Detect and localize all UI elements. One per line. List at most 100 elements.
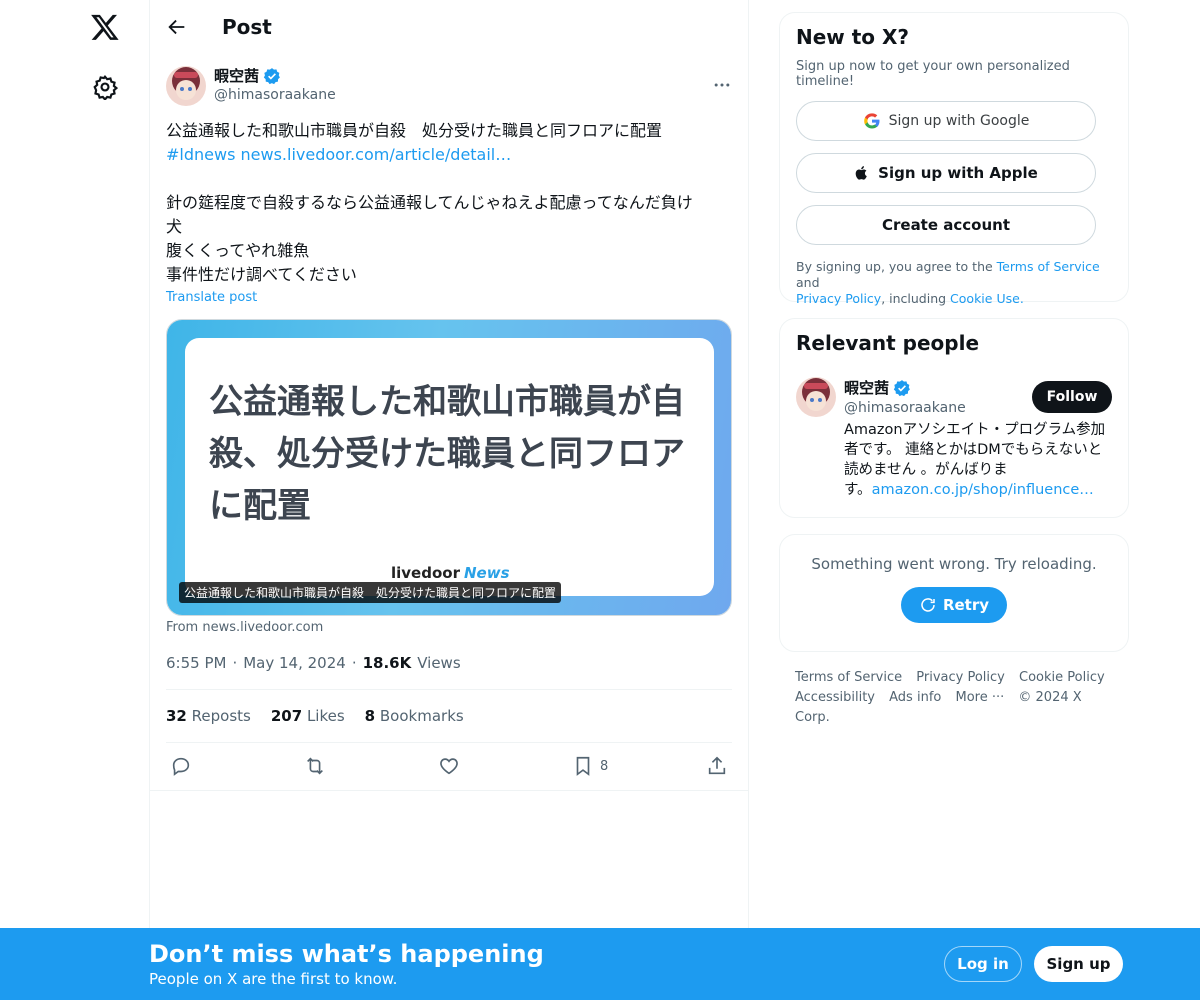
- card-caption: 公益通報した和歌山市職員が自殺 処分受けた職員と同フロアに配置: [179, 582, 562, 603]
- card-headline-line: 殺、処分受けた職員と同フロア: [209, 434, 685, 474]
- hashtag-link[interactable]: #ldnews: [166, 145, 235, 164]
- card-headline: 公益通報した和歌山市職員が自 殺、処分受けた職員と同フロア に配置: [209, 376, 699, 532]
- post-text-line: [166, 167, 732, 191]
- bookmark-icon: [576, 756, 590, 776]
- signup-legal-text: By signing up, you agree to the Terms of…: [796, 259, 1112, 307]
- bookmark-count: 8: [600, 758, 609, 774]
- relevant-person[interactable]: 暇空茜 @himasoraakane Amazonアソシエイト・プログラム参加 …: [796, 377, 1112, 500]
- bio-line: 読めません 。がんばりま: [844, 462, 1008, 478]
- login-button[interactable]: Log in: [944, 946, 1022, 982]
- card-source[interactable]: From news.livedoor.com: [166, 620, 323, 635]
- page-title: Post: [222, 14, 272, 39]
- create-account-button[interactable]: Create account: [796, 205, 1096, 245]
- retry-label: Retry: [942, 596, 990, 614]
- left-nav: [0, 0, 150, 1000]
- avatar[interactable]: [166, 66, 206, 106]
- share-icon: [708, 756, 726, 775]
- signup-apple-button[interactable]: Sign up with Apple: [796, 153, 1096, 193]
- signup-apple-label: Sign up with Apple: [878, 164, 1038, 182]
- translate-post-link[interactable]: Translate post: [150, 290, 748, 305]
- error-panel: Something went wrong. Try reloading. Ret…: [779, 534, 1129, 652]
- person-bio: Amazonアソシエイト・プログラム参加 者です。 連絡とかはDMでもらえないと…: [844, 420, 1112, 500]
- bookmark-button[interactable]: 8: [572, 755, 608, 777]
- google-icon: [863, 113, 880, 129]
- x-logo-icon[interactable]: [90, 12, 120, 42]
- post-time[interactable]: 6:55 PM: [166, 654, 226, 672]
- post-stats: 32 Reposts 207 Likes 8 Bookmarks: [166, 707, 464, 725]
- avatar[interactable]: [796, 377, 836, 417]
- likes-label: Likes: [306, 707, 345, 725]
- sidebar-footer: Terms of Service Privacy Policy Cookie P…: [795, 668, 1125, 728]
- footer-more-link[interactable]: More ···: [955, 690, 1004, 705]
- cookie-link[interactable]: Cookie Use: [950, 291, 1020, 306]
- relevant-people-title: Relevant people: [796, 331, 980, 355]
- card-brand-name: livedoor: [391, 564, 460, 582]
- footer-privacy-link[interactable]: Privacy Policy: [916, 670, 1005, 685]
- divider: [166, 689, 732, 690]
- post-actions: 8: [166, 755, 732, 781]
- author-name-row[interactable]: 暇空茜: [214, 67, 336, 85]
- bio-link[interactable]: amazon.co.jp/shop/influence…: [872, 482, 1094, 498]
- bio-line: Amazonアソシエイト・プログラム参加: [844, 422, 1106, 438]
- terms-link[interactable]: Terms of Service: [997, 259, 1100, 274]
- repost-icon: [307, 757, 323, 775]
- follow-button[interactable]: Follow: [1032, 381, 1112, 413]
- share-button[interactable]: [706, 755, 728, 777]
- bookmarks-label: Bookmarks: [379, 707, 464, 725]
- like-icon: [440, 758, 458, 775]
- likes-count: 207: [270, 707, 303, 725]
- reply-button[interactable]: [170, 755, 192, 777]
- article-link[interactable]: news.livedoor.com/article/detail…: [241, 145, 512, 164]
- post-author: 暇空茜 @himasoraakane: [150, 53, 748, 107]
- author-name[interactable]: 暇空茜: [214, 67, 259, 85]
- new-to-x-panel: New to X? Sign up now to get your own pe…: [779, 12, 1129, 306]
- signup-google-button[interactable]: Sign up with Google: [796, 101, 1096, 141]
- error-message: Something went wrong. Try reloading.: [811, 555, 1097, 573]
- repost-button[interactable]: [304, 755, 326, 777]
- card-headline-line: 公益通報した和歌山市職員が自: [209, 382, 685, 422]
- bookmarks-stat[interactable]: 8 Bookmarks: [365, 707, 464, 725]
- card-brand-logo: livedoor News: [391, 564, 510, 582]
- footer-cookie-link[interactable]: Cookie Policy: [1019, 670, 1105, 685]
- footer-ads-link[interactable]: Ads info: [889, 690, 941, 705]
- post-text: 公益通報した和歌山市職員が自殺 処分受けた職員と同フロアに配置 #ldnews …: [150, 107, 748, 287]
- author-handle[interactable]: @himasoraakane: [214, 85, 336, 105]
- reposts-stat[interactable]: 32 Reposts: [166, 707, 251, 725]
- legal-period: .: [1019, 291, 1024, 306]
- more-icon[interactable]: [712, 75, 732, 95]
- link-card[interactable]: 公益通報した和歌山市職員が自 殺、処分受けた職員と同フロア に配置 livedo…: [166, 319, 732, 616]
- post-meta: 6:55 PM · May 14, 2024 · 18.6K Views: [166, 654, 461, 672]
- post-text-line: 公益通報した和歌山市職員が自殺 処分受けた職員と同フロアに配置: [166, 121, 663, 140]
- post-link-line: #ldnews news.livedoor.com/article/detail…: [166, 143, 732, 167]
- bookmarks-count: 8: [364, 707, 376, 725]
- retry-button[interactable]: Retry: [900, 587, 1008, 623]
- post-date[interactable]: May 14, 2024: [243, 654, 346, 672]
- card-brand-news: News: [463, 564, 510, 582]
- divider: [150, 790, 748, 791]
- banner-title: Don’t miss what’s happening: [149, 940, 544, 968]
- privacy-link[interactable]: Privacy Policy: [796, 291, 881, 306]
- reply-icon: [172, 757, 190, 776]
- settings-icon[interactable]: [92, 74, 118, 100]
- like-button[interactable]: [438, 755, 460, 777]
- footer-terms-link[interactable]: Terms of Service: [795, 670, 902, 685]
- post-text-line: 犬: [166, 217, 183, 236]
- views-count: 18.6K: [362, 654, 412, 672]
- divider: [166, 742, 732, 743]
- footer-accessibility-link[interactable]: Accessibility: [795, 690, 875, 705]
- back-arrow-icon[interactable]: [166, 16, 188, 38]
- new-to-x-title: New to X?: [796, 25, 910, 49]
- bio-last: す。: [844, 482, 872, 498]
- signup-button[interactable]: Sign up: [1034, 946, 1123, 982]
- new-to-x-subtitle: Sign up now to get your own personalized…: [796, 59, 1070, 89]
- top-bar: Post: [150, 0, 748, 53]
- post-text-line: 事件性だけ調べてください: [166, 265, 357, 284]
- signup-banner: Don’t miss what’s happening People on X …: [0, 928, 1200, 1000]
- views-label: Views: [417, 654, 461, 672]
- reposts-label: Reposts: [191, 707, 251, 725]
- post-text-line: 腹くくってやれ雑魚: [166, 241, 310, 260]
- person-name[interactable]: 暇空茜: [844, 377, 889, 398]
- likes-stat[interactable]: 207 Likes: [271, 707, 345, 725]
- reposts-count: 32: [166, 707, 187, 725]
- verified-icon: [893, 379, 910, 396]
